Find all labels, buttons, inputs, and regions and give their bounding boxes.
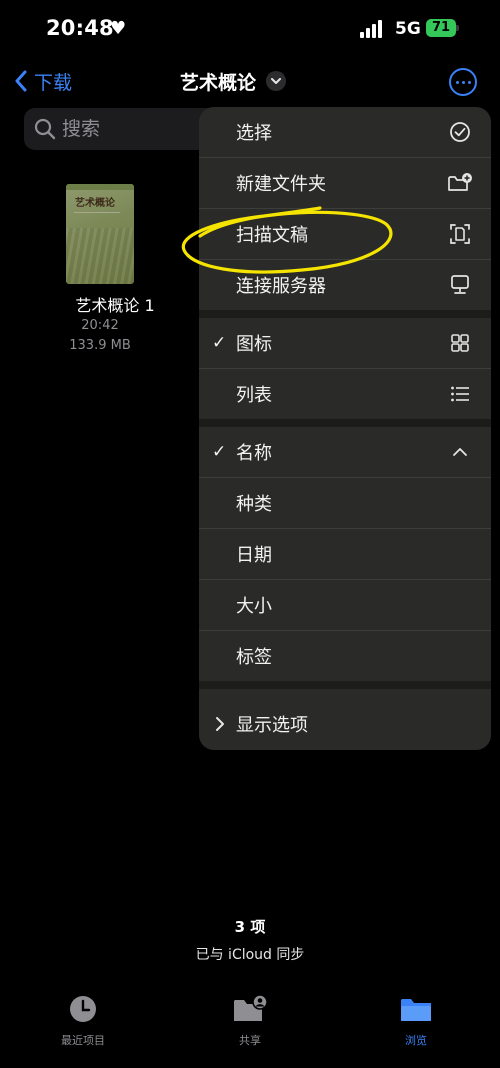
checkmark-circle-icon	[450, 122, 470, 142]
network-type: 5G	[395, 19, 421, 39]
menu-item-label: 日期	[236, 545, 272, 566]
search-bar[interactable]	[24, 108, 224, 150]
menu-item-view-list[interactable]: 列表	[199, 369, 491, 419]
checkmark-icon: ✓	[212, 333, 227, 353]
page-title: 艺术概论	[180, 71, 257, 94]
more-options-button[interactable]	[449, 68, 477, 96]
menu-item-label: 大小	[236, 596, 272, 617]
scan-document-icon	[450, 224, 470, 244]
back-button[interactable]: 下载	[14, 66, 72, 96]
tab-shared[interactable]: 共享	[205, 994, 295, 1048]
tab-label: 最近项目	[61, 1034, 105, 1047]
tab-label: 浏览	[405, 1034, 427, 1047]
menu-item-label: 显示选项	[236, 715, 308, 736]
heart-icon: ♥	[110, 18, 127, 39]
menu-item-sort-name[interactable]: ✓ 名称	[199, 427, 491, 477]
file-name[interactable]: 艺术概论 1	[40, 292, 190, 316]
grid-icon	[451, 334, 469, 352]
tab-recents[interactable]: 最近项目	[38, 994, 128, 1048]
monitor-icon	[451, 275, 469, 294]
checkmark-icon: ✓	[212, 442, 227, 462]
battery-indicator: 71	[426, 19, 456, 37]
file-time: 20:42	[81, 318, 119, 333]
shared-folder-icon	[234, 994, 268, 1021]
menu-item-sort-kind[interactable]: 种类	[199, 478, 491, 528]
cover-title: 艺术概论	[75, 198, 115, 209]
tab-browse[interactable]: 浏览	[371, 994, 461, 1048]
sync-status: 已与 iCloud 同步	[195, 947, 305, 963]
clock-icon	[70, 996, 96, 1022]
menu-item-label: 名称	[236, 443, 272, 464]
battery-tip	[456, 25, 459, 31]
status-time: 20:48	[46, 16, 114, 40]
menu-item-sort-size[interactable]: 大小	[199, 580, 491, 630]
menu-item-sort-tags[interactable]: 标签	[199, 631, 491, 681]
menu-item-label: 选择	[236, 123, 272, 144]
highlight-annotation	[181, 206, 393, 274]
item-count: 3 项	[234, 918, 266, 936]
chevron-up-icon	[453, 448, 467, 456]
cellular-signal-icon	[360, 20, 386, 38]
list-icon	[451, 386, 469, 402]
menu-item-sort-date[interactable]: 日期	[199, 529, 491, 579]
folder-title-button[interactable]: 艺术概论	[180, 66, 287, 96]
back-label: 下载	[34, 71, 73, 94]
chevron-left-icon	[15, 70, 27, 92]
file-size: 133.9 MB	[69, 338, 131, 353]
tab-label: 共享	[239, 1034, 261, 1047]
menu-item-view-icons[interactable]: ✓ 图标	[199, 318, 491, 368]
menu-item-label: 标签	[236, 647, 272, 668]
menu-item-label: 图标	[236, 334, 272, 355]
file-thumbnail[interactable]: 艺术概论	[66, 184, 134, 284]
menu-item-label: 种类	[236, 494, 272, 515]
folder-add-icon	[448, 173, 472, 191]
menu-item-label: 新建文件夹	[236, 174, 326, 195]
chevron-right-icon	[216, 717, 224, 731]
menu-item-label: 列表	[236, 385, 272, 406]
menu-item-select[interactable]: 选择	[199, 107, 491, 157]
search-input[interactable]	[62, 118, 202, 140]
search-icon	[34, 118, 56, 140]
menu-item-view-options[interactable]: 显示选项	[199, 699, 491, 749]
folder-icon	[401, 999, 431, 1021]
chevron-down-icon	[266, 71, 287, 91]
